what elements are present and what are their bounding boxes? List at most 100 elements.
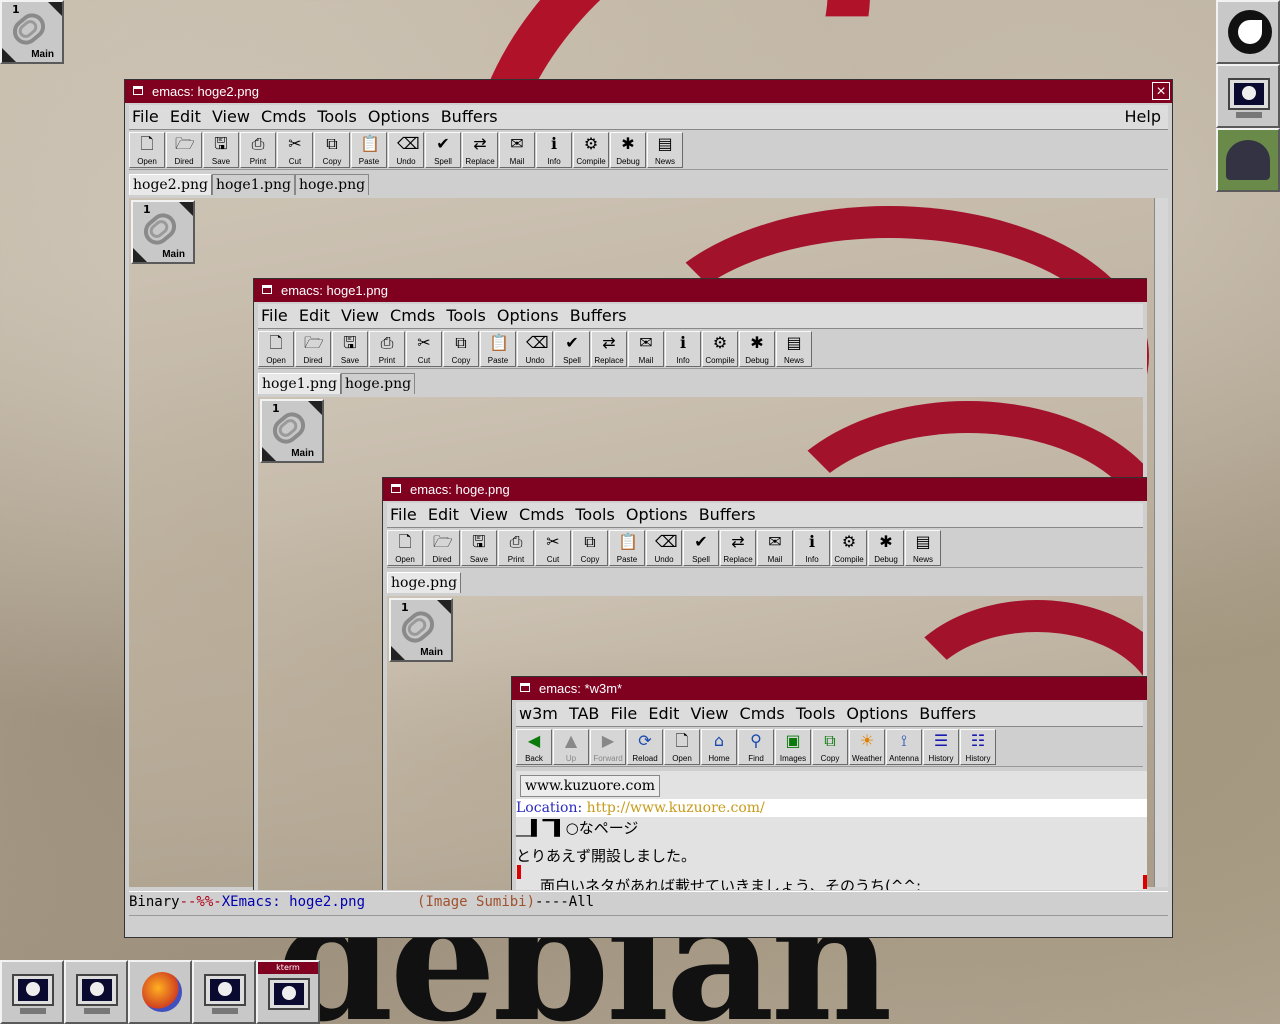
debug-button[interactable]: ✱ Debug xyxy=(739,331,775,367)
reload-button[interactable]: ⟳ Reload xyxy=(627,729,663,765)
cut-button[interactable]: ✂ Cut xyxy=(406,331,442,367)
close-icon[interactable]: × xyxy=(1152,82,1170,100)
menu-buffers[interactable]: Buffers xyxy=(570,306,627,325)
menu-file[interactable]: File xyxy=(611,704,638,723)
gimp-dock-icon[interactable] xyxy=(1216,128,1280,192)
save-button[interactable]: 🖫 Save xyxy=(461,530,497,566)
save-button[interactable]: 🖫 Save xyxy=(203,132,239,168)
window-menu-icon[interactable] xyxy=(133,86,143,95)
dired-button[interactable]: 🗁 Dired xyxy=(295,331,331,367)
debug-button[interactable]: ✱ Debug xyxy=(868,530,904,566)
spell-button[interactable]: ✔ Spell xyxy=(554,331,590,367)
mail-button[interactable]: ✉ Mail xyxy=(499,132,535,168)
replace-button[interactable]: ⇄ Replace xyxy=(720,530,756,566)
cut-button[interactable]: ✂ Cut xyxy=(277,132,313,168)
home-button[interactable]: ⌂ Home xyxy=(701,729,737,765)
menu-view[interactable]: View xyxy=(212,107,250,126)
copy-page-button[interactable]: ⧉ Copy xyxy=(812,729,848,765)
compile-button[interactable]: ⚙ Compile xyxy=(831,530,867,566)
terminal-dock-icon-2[interactable] xyxy=(64,960,128,1024)
compile-button[interactable]: ⚙ Compile xyxy=(573,132,609,168)
copy-button[interactable]: ⧉ Copy xyxy=(314,132,350,168)
tab-hoge[interactable]: hoge.png xyxy=(295,174,370,195)
debug-button[interactable]: ✱ Debug xyxy=(610,132,646,168)
print-button[interactable]: ⎙ Print xyxy=(240,132,276,168)
tab-hoge[interactable]: hoge.png xyxy=(341,373,416,394)
terminal-dock-icon-3[interactable] xyxy=(192,960,256,1024)
dired-button[interactable]: 🗁 Dired xyxy=(166,132,202,168)
spell-button[interactable]: ✔ Spell xyxy=(425,132,461,168)
paste-button[interactable]: 📋 Paste xyxy=(480,331,516,367)
tab-kuzuore[interactable]: www.kuzuore.com xyxy=(520,775,661,797)
forward-button[interactable]: ▶ Forward xyxy=(590,729,626,765)
tab-hoge1[interactable]: hoge1.png xyxy=(212,174,295,195)
menu-cmds[interactable]: Cmds xyxy=(261,107,306,126)
menu-view[interactable]: View xyxy=(690,704,728,723)
vertical-scrollbar[interactable] xyxy=(1154,198,1168,887)
menu-view[interactable]: View xyxy=(341,306,379,325)
minibuffer[interactable] xyxy=(129,915,1168,937)
open-button[interactable]: 🗋 Open xyxy=(258,331,294,367)
monitor-dock-icon[interactable] xyxy=(1216,64,1280,128)
titlebar[interactable]: emacs: hoge1.png xyxy=(254,279,1147,302)
compile-button[interactable]: ⚙ Compile xyxy=(702,331,738,367)
history-button[interactable]: ☰ History xyxy=(923,729,959,765)
menu-buffers[interactable]: Buffers xyxy=(441,107,498,126)
replace-button[interactable]: ⇄ Replace xyxy=(462,132,498,168)
copy-button[interactable]: ⧉ Copy xyxy=(572,530,608,566)
tab-hoge2[interactable]: hoge2.png xyxy=(129,174,212,195)
menu-edit[interactable]: Edit xyxy=(299,306,330,325)
menu-options[interactable]: Options xyxy=(626,505,688,524)
tab-hoge[interactable]: hoge.png xyxy=(387,572,462,593)
open-button[interactable]: 🗋 Open xyxy=(129,132,165,168)
weather-button[interactable]: ☀ Weather xyxy=(849,729,885,765)
location-url[interactable]: http://www.kuzuore.com/ xyxy=(587,800,765,816)
cut-button[interactable]: ✂ Cut xyxy=(535,530,571,566)
print-button[interactable]: ⎙ Print xyxy=(498,530,534,566)
menu-edit[interactable]: Edit xyxy=(428,505,459,524)
menu-edit[interactable]: Edit xyxy=(170,107,201,126)
menu-buffers[interactable]: Buffers xyxy=(699,505,756,524)
menu-edit[interactable]: Edit xyxy=(648,704,679,723)
news-button[interactable]: ▤ News xyxy=(905,530,941,566)
menu-file[interactable]: File xyxy=(261,306,288,325)
kterm-dock-icon[interactable]: kterm xyxy=(256,960,320,1024)
save-button[interactable]: 🖫 Save xyxy=(332,331,368,367)
paste-button[interactable]: 📋 Paste xyxy=(609,530,645,566)
menu-tools[interactable]: Tools xyxy=(796,704,835,723)
tab-hoge1[interactable]: hoge1.png xyxy=(258,373,341,394)
menu-tab[interactable]: TAB xyxy=(569,704,599,723)
print-button[interactable]: ⎙ Print xyxy=(369,331,405,367)
info-button[interactable]: ℹ Info xyxy=(536,132,572,168)
up-button[interactable]: ▲ Up xyxy=(553,729,589,765)
window-menu-icon[interactable] xyxy=(520,683,530,692)
dired-button[interactable]: 🗁 Dired xyxy=(424,530,460,566)
db-history-button[interactable]: ☷ History xyxy=(960,729,996,765)
undo-button[interactable]: ⌫ Undo xyxy=(388,132,424,168)
menu-cmds[interactable]: Cmds xyxy=(390,306,435,325)
menu-buffers[interactable]: Buffers xyxy=(919,704,976,723)
menu-tools[interactable]: Tools xyxy=(317,107,356,126)
titlebar[interactable]: emacs: *w3m* xyxy=(512,677,1147,700)
open-button[interactable]: 🗋 Open xyxy=(387,530,423,566)
undo-button[interactable]: ⌫ Undo xyxy=(517,331,553,367)
menu-tools[interactable]: Tools xyxy=(575,505,614,524)
menu-w3m[interactable]: w3m xyxy=(519,704,558,723)
copy-button[interactable]: ⧉ Copy xyxy=(443,331,479,367)
info-button[interactable]: ℹ Info xyxy=(665,331,701,367)
workspace-icon[interactable]: 1 Main xyxy=(0,0,64,64)
news-button[interactable]: ▤ News xyxy=(647,132,683,168)
terminal-dock-icon-1[interactable] xyxy=(0,960,64,1024)
menu-options[interactable]: Options xyxy=(497,306,559,325)
antenna-button[interactable]: ⟟ Antenna xyxy=(886,729,922,765)
titlebar[interactable]: emacs: hoge.png xyxy=(383,478,1147,501)
menu-file[interactable]: File xyxy=(132,107,159,126)
news-button[interactable]: ▤ News xyxy=(776,331,812,367)
menu-options[interactable]: Options xyxy=(368,107,430,126)
images-button[interactable]: ▣ Images xyxy=(775,729,811,765)
replace-button[interactable]: ⇄ Replace xyxy=(591,331,627,367)
window-menu-icon[interactable] xyxy=(262,285,272,294)
titlebar[interactable]: emacs: hoge2.png × xyxy=(125,80,1172,103)
menu-tools[interactable]: Tools xyxy=(446,306,485,325)
emacs-window-w3m[interactable]: emacs: *w3m* w3m TAB File Edit View Cmds… xyxy=(511,676,1147,890)
